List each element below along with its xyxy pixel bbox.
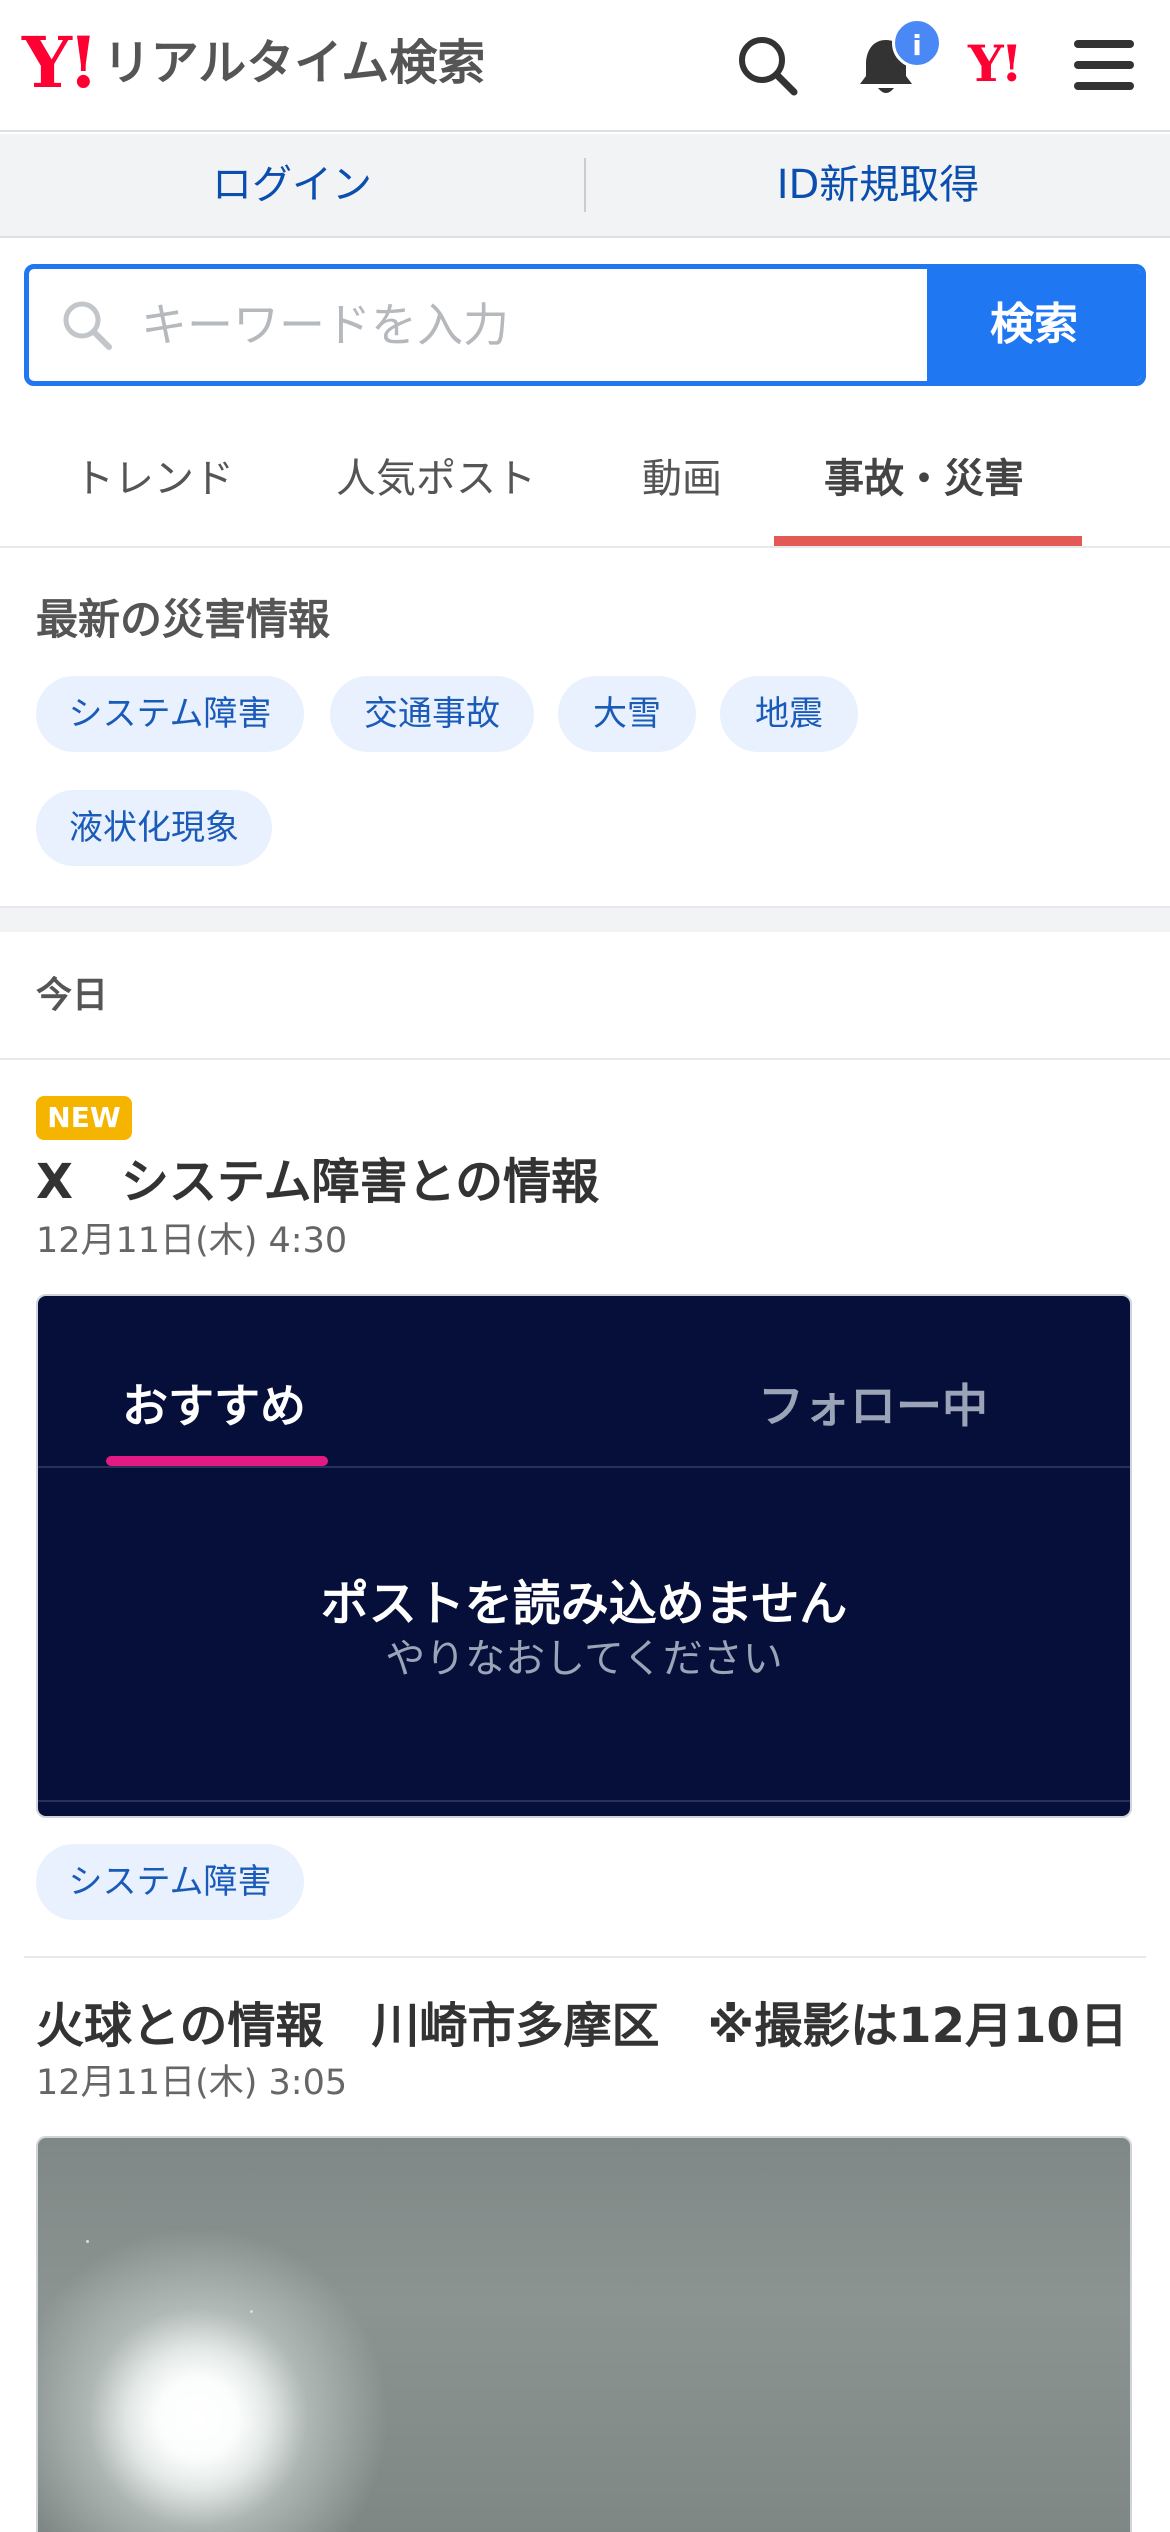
search-input[interactable] <box>141 298 841 352</box>
fireball-photo[interactable] <box>36 2136 1132 2532</box>
x-tab-recommended[interactable]: おすすめ <box>122 1370 306 1436</box>
logo-text: リアルタイム検索 <box>102 35 486 91</box>
disaster-chip-earthquake[interactable]: 地震 <box>720 676 858 752</box>
tab-videos[interactable]: 動画 <box>642 446 722 504</box>
x-error-message: ポストを読み込めません <box>320 1576 848 1632</box>
tab-trend[interactable]: トレンド <box>74 446 234 504</box>
article-title[interactable]: 火球との情報 川崎市多摩区 ※撮影は12月10日 <box>36 1986 1128 2056</box>
yahoo-realtime-logo[interactable]: Y! リアルタイム検索 <box>22 28 485 98</box>
disaster-section-title: 最新の災害情報 <box>36 595 331 644</box>
x-tab-following[interactable]: フォロー中 <box>758 1370 988 1436</box>
search-input-wrapper <box>29 269 927 381</box>
hamburger-menu-icon[interactable] <box>1068 30 1140 102</box>
search-field-icon <box>63 301 112 350</box>
disaster-chip-liquefaction[interactable]: 液状化現象 <box>36 790 272 866</box>
article-tag-system-failure[interactable]: システム障害 <box>36 1844 304 1920</box>
app-header: Y! リアルタイム検索 i Y! <box>0 0 1170 132</box>
yahoo-japan-icon[interactable]: Y! <box>968 34 1023 93</box>
register-link[interactable]: ID新規取得 <box>586 133 1170 237</box>
tab-accidents-disasters[interactable]: 事故・災害 <box>824 446 1024 504</box>
section-divider <box>0 906 1170 932</box>
disaster-chip-heavy-snow[interactable]: 大雪 <box>558 676 696 752</box>
tab-popular-posts[interactable]: 人気ポスト <box>336 446 536 504</box>
yahoo-logo-mark: Y! <box>22 21 99 104</box>
article-date: 12月11日(木) 4:30 <box>36 1221 348 1261</box>
x-retry-message[interactable]: やりなおしてください <box>38 1626 1130 1684</box>
article-title[interactable]: X システム障害との情報 <box>36 1142 599 1212</box>
disaster-chip-traffic-accident[interactable]: 交通事故 <box>330 676 534 752</box>
category-tabs: トレンド 人気ポスト 動画 事故・災害 <box>0 410 1170 548</box>
search-button[interactable]: 検索 <box>927 269 1141 381</box>
today-label: 今日 <box>36 975 109 1016</box>
account-bar: ログイン ID新規取得 <box>0 134 1170 238</box>
today-divider <box>0 1058 1170 1060</box>
x-active-tab-indicator <box>106 1456 328 1466</box>
article-divider <box>24 1956 1146 1958</box>
x-bottom-divider <box>38 1800 1130 1802</box>
disaster-chip-system-failure[interactable]: システム障害 <box>36 676 304 752</box>
x-tab-divider <box>38 1466 1130 1468</box>
search-form: 検索 <box>24 264 1146 386</box>
new-badge: NEW <box>36 1096 132 1140</box>
photo-star <box>250 2310 253 2313</box>
embedded-x-timeline: おすすめ フォロー中 ポストを読み込めません やりなおしてください <box>36 1294 1132 1818</box>
photo-star <box>86 2240 89 2243</box>
notification-bell-icon[interactable]: i <box>850 18 942 102</box>
search-icon[interactable] <box>732 30 804 102</box>
active-tab-indicator <box>774 536 1082 546</box>
login-link[interactable]: ログイン <box>0 133 584 237</box>
article-date: 12月11日(木) 3:05 <box>36 2063 348 2103</box>
notification-badge: i <box>892 18 942 68</box>
